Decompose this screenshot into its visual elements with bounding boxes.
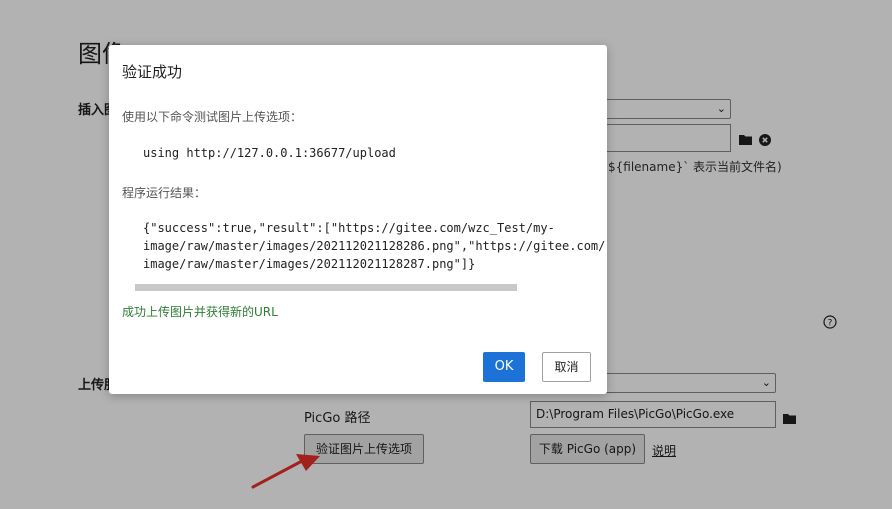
- result-line: {"success":true,"result":["https://gitee…: [143, 221, 555, 235]
- result-line: image/raw/master/images/202112021128287.…: [143, 257, 476, 271]
- cancel-button[interactable]: 取消: [542, 352, 591, 382]
- ok-button[interactable]: OK: [483, 352, 525, 382]
- horizontal-scrollbar[interactable]: [135, 284, 517, 291]
- success-message: 成功上传图片并获得新的URL: [122, 305, 278, 319]
- command-text: using http://127.0.0.1:36677/upload: [143, 146, 396, 160]
- command-label: 使用以下命令测试图片上传选项：: [122, 110, 303, 124]
- result-label: 程序运行结果：: [122, 186, 207, 200]
- result-line: image/raw/master/images/202112021128286.…: [143, 239, 606, 253]
- verify-success-dialog: 验证成功 使用以下命令测试图片上传选项： using http://127.0.…: [109, 45, 607, 394]
- dialog-title: 验证成功: [122, 63, 183, 81]
- settings-page: 图像 插入图 ⌄ `${filename}` 表示当前文件名) ? 上传服 ⌄ …: [0, 0, 892, 509]
